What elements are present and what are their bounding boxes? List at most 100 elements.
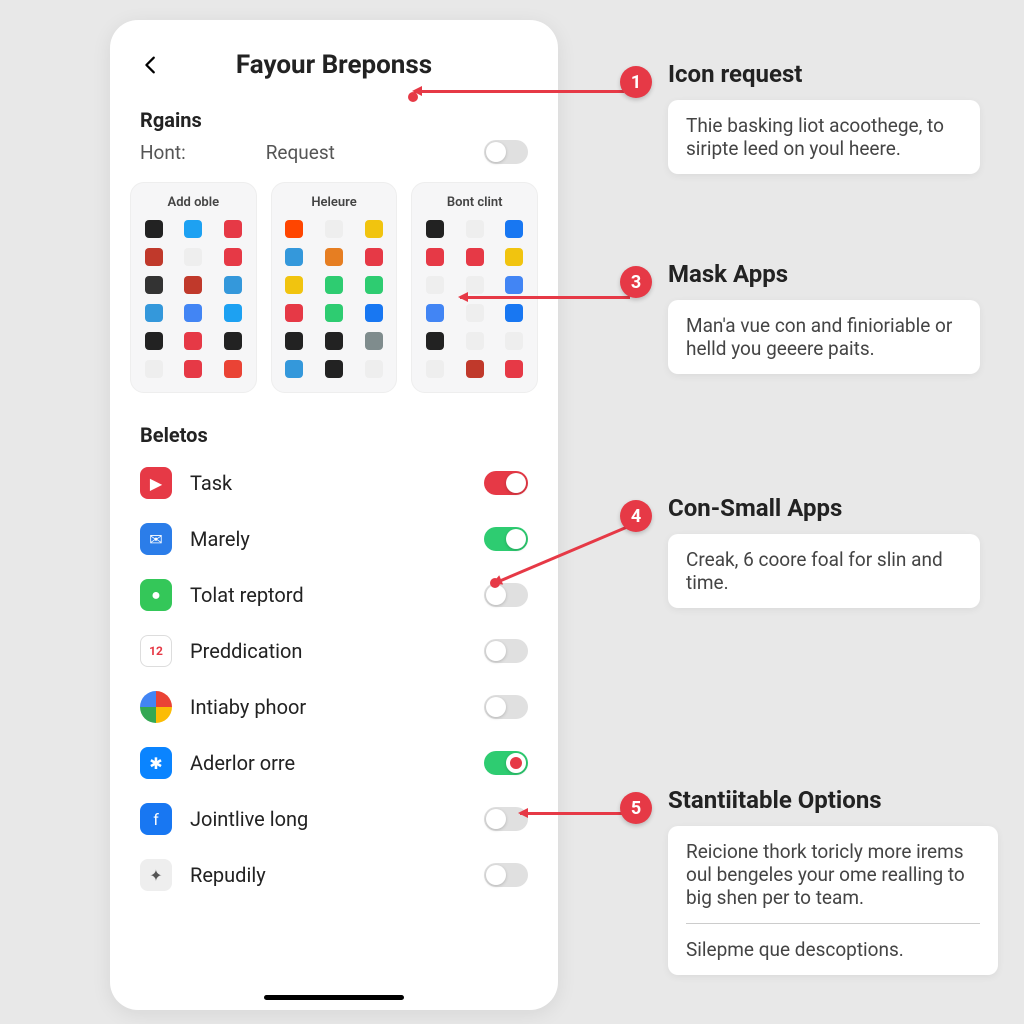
annotation-title: Stantiitable Options <box>668 786 1000 814</box>
app-row-aderlor: ✱ Aderlor orre <box>110 735 558 791</box>
grid-card-1[interactable]: Add oble <box>130 182 257 393</box>
annotation-arrow-3 <box>460 296 630 299</box>
app-mini-icon <box>184 276 202 294</box>
app-mini-icon <box>224 276 242 294</box>
intiaby-toggle[interactable] <box>484 695 528 719</box>
app-mini-icon <box>224 220 242 238</box>
app-mini-icon <box>426 360 444 378</box>
request-toggle[interactable] <box>484 140 528 164</box>
app-label: Preddication <box>190 639 466 663</box>
app-mini-icon <box>224 332 242 350</box>
tab-hont[interactable]: Hont: <box>140 141 186 164</box>
app-mini-icon <box>224 248 242 266</box>
app-label: Tolat reptord <box>190 583 466 607</box>
grid-card-title: Bont clint <box>420 195 529 210</box>
app-mini-icon <box>466 304 484 322</box>
app-mini-icon <box>325 304 343 322</box>
app-mini-icon <box>426 304 444 322</box>
app-label: Intiaby phoor <box>190 695 466 719</box>
app-mini-icon <box>466 248 484 266</box>
app-mini-icon <box>505 360 523 378</box>
annotation-4: 4 Con-Small Apps Creak, 6 coore foal for… <box>620 494 980 608</box>
app-mini-icon <box>285 220 303 238</box>
messages-icon: ● <box>140 579 172 611</box>
app-label: Jointlive long <box>190 807 466 831</box>
grid-card-title: Heleure <box>280 195 389 210</box>
app-label: Repudily <box>190 863 466 887</box>
app-mini-icon <box>285 332 303 350</box>
app-mini-icon <box>365 304 383 322</box>
app-mini-icon <box>505 248 523 266</box>
annotation-title: Icon request <box>668 60 980 88</box>
annotation-body: Thie basking liot acoothege, to siripte … <box>668 100 980 174</box>
section-label-rgains: Rgains <box>110 98 558 140</box>
app-mini-icon <box>184 304 202 322</box>
icon-grid <box>139 220 248 378</box>
annotation-badge: 3 <box>620 266 652 298</box>
app-mini-icon <box>325 360 343 378</box>
section-label-beletos: Beletos <box>110 413 558 455</box>
app-label: Task <box>190 471 466 495</box>
app-row-task: ▶ Task <box>110 455 558 511</box>
annotation-body-5: Reicione thork toricly more irems oul be… <box>668 826 998 975</box>
annotation-badge: 1 <box>620 66 652 98</box>
app-label: Marely <box>190 527 466 551</box>
app-mini-icon <box>285 248 303 266</box>
app-mini-icon <box>184 332 202 350</box>
app-mini-icon <box>466 332 484 350</box>
app-row-tolat: ● Tolat reptord <box>110 567 558 623</box>
app-mini-icon <box>466 276 484 294</box>
chrome-icon <box>140 691 172 723</box>
app-row-marely: ✉ Marely <box>110 511 558 567</box>
app-mini-icon <box>426 332 444 350</box>
repudily-toggle[interactable] <box>484 863 528 887</box>
annotation-title: Con-Small Apps <box>668 494 980 522</box>
annotation-badge: 4 <box>620 500 652 532</box>
annotation-1: 1 Icon request Thie basking liot acoothe… <box>620 60 980 174</box>
marely-toggle[interactable] <box>484 527 528 551</box>
annotation-body-text: Reicione thork toricly more irems oul be… <box>686 840 965 909</box>
annotation-5: 5 Stantiitable Options Reicione thork to… <box>620 786 1000 975</box>
icon-grid <box>280 220 389 378</box>
app-mini-icon <box>285 304 303 322</box>
app-mini-icon <box>325 248 343 266</box>
grid-card-title: Add oble <box>139 195 248 210</box>
app-mini-icon <box>505 304 523 322</box>
app-mini-icon <box>505 220 523 238</box>
app-mini-icon <box>325 220 343 238</box>
app-mini-icon <box>184 360 202 378</box>
grid-card-2[interactable]: Heleure <box>271 182 398 393</box>
app-mini-icon <box>145 248 163 266</box>
app-mini-icon <box>466 360 484 378</box>
app-mini-icon <box>365 360 383 378</box>
app-mini-icon <box>145 220 163 238</box>
app-row-intiaby: Intiaby phoor <box>110 679 558 735</box>
aderlor-toggle[interactable] <box>484 751 528 775</box>
app-mini-icon <box>365 332 383 350</box>
app-mini-icon <box>365 248 383 266</box>
facebook-icon: f <box>140 803 172 835</box>
calendar-icon: 12 <box>140 635 172 667</box>
annotation-dot-4 <box>490 578 500 588</box>
app-mini-icon <box>365 220 383 238</box>
predication-toggle[interactable] <box>484 639 528 663</box>
task-toggle[interactable] <box>484 471 528 495</box>
app-mini-icon <box>285 276 303 294</box>
phone-frame: Fayour Breponss Rgains Hont: Request Add… <box>110 20 558 1010</box>
app-mini-icon <box>145 276 163 294</box>
annotation-body: Man'a vue con and finioriable or helld y… <box>668 300 980 374</box>
grid-card-3[interactable]: Bont clint <box>411 182 538 393</box>
app-mini-icon <box>325 276 343 294</box>
annotation-3: 3 Mask Apps Man'a vue con and finioriabl… <box>620 260 980 374</box>
tab-request[interactable]: Request <box>266 141 335 164</box>
app-mini-icon <box>426 276 444 294</box>
annotation-arrow-1 <box>414 90 624 93</box>
icon-grid <box>420 220 529 378</box>
app-mini-icon <box>145 360 163 378</box>
youtube-icon: ▶ <box>140 467 172 499</box>
generic-app-icon: ✦ <box>140 859 172 891</box>
page-title: Fayour Breponss <box>138 50 530 80</box>
app-row-predication: 12 Preddication <box>110 623 558 679</box>
app-mini-icon <box>325 332 343 350</box>
home-indicator <box>264 995 404 1000</box>
